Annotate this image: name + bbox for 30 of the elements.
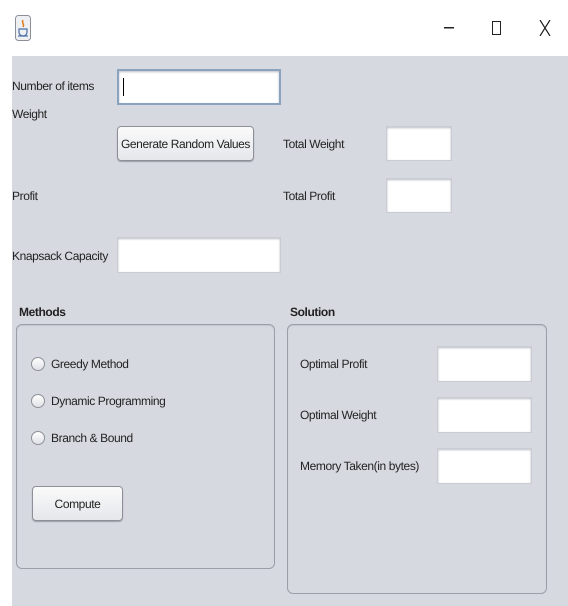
input-field[interactable] [117, 237, 281, 273]
radio-button[interactable] [31, 394, 45, 408]
radio-option[interactable]: Greedy Method [31, 345, 129, 382]
field-label: Knapsack Capacity [12, 249, 110, 263]
app-icon [15, 15, 31, 41]
minimize-icon[interactable] [444, 27, 454, 29]
section-title: Solution [290, 305, 336, 321]
field-label: Profit [12, 189, 39, 203]
field-label: Weight [12, 107, 48, 121]
output-field[interactable] [437, 448, 532, 484]
input-field[interactable] [117, 69, 281, 105]
radio-button[interactable] [31, 430, 45, 444]
field-label: Total Weight [283, 137, 346, 151]
close-icon[interactable] [539, 20, 551, 36]
field-label: Optimal Profit [300, 357, 368, 371]
output-field[interactable] [437, 346, 532, 382]
maximize-icon[interactable] [492, 21, 501, 35]
input-field[interactable] [386, 178, 452, 213]
input-field[interactable] [386, 126, 452, 161]
radio-button[interactable] [31, 356, 45, 370]
field-label: Memory Taken(in bytes) [300, 459, 420, 473]
section-title: Methods [19, 305, 67, 321]
field-label: Optimal Weight [300, 408, 376, 422]
generate-button[interactable]: Generate Random Values [117, 126, 254, 161]
compute-button[interactable]: Compute [32, 486, 123, 521]
radio-option[interactable]: Branch & Bound [31, 419, 133, 456]
field-label: Total Profit [283, 189, 336, 203]
radio-option[interactable]: Dynamic Programming [31, 382, 166, 419]
output-field[interactable] [437, 397, 532, 433]
field-label: Number of items [12, 79, 96, 93]
